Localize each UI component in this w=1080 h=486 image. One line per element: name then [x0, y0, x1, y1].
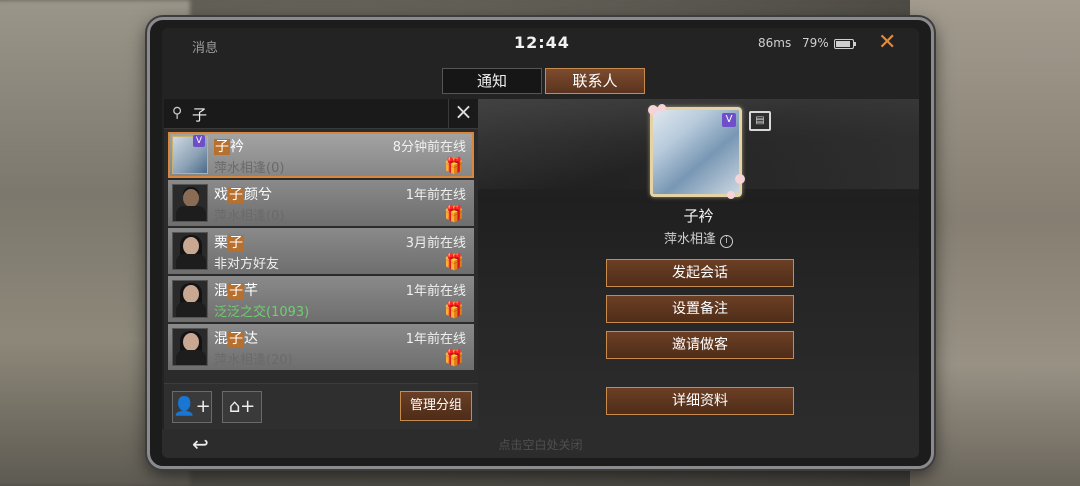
id-card-icon[interactable]: ▤	[749, 111, 771, 131]
invite-visit-button[interactable]: 邀请做客	[606, 331, 794, 359]
tab-notifications[interactable]: 通知	[442, 68, 542, 94]
details-button[interactable]: 详细资料	[606, 387, 794, 415]
profile-portrait[interactable]: V	[648, 104, 745, 199]
clock: 12:44	[514, 33, 570, 52]
gift-icon[interactable]: 🎁	[444, 252, 464, 271]
search-input[interactable]: 子	[192, 104, 207, 125]
contact-row[interactable]: V 子衿 8分钟前在线 萍水相逢(0) 🎁	[168, 132, 474, 178]
close-icon[interactable]: ✕	[878, 32, 896, 54]
online-status: 1年前在线	[405, 188, 466, 203]
friendship-group: 萍水相逢(0)	[214, 161, 285, 176]
ping-indicator: 86ms	[758, 36, 792, 50]
avatar	[172, 328, 208, 366]
search-bar: ⚲ 子 ×	[164, 99, 478, 129]
vip-badge: V	[722, 113, 736, 127]
friendship-group: 萍水相逢(0)	[214, 209, 285, 224]
start-chat-button[interactable]: 发起会话	[606, 259, 794, 287]
profile-group: 萍水相逢 i	[478, 228, 919, 248]
profile-name: 子衿	[683, 207, 714, 225]
manage-groups-button[interactable]: 管理分组	[400, 391, 472, 421]
contact-row[interactable]: 混子达 1年前在线 萍水相逢(20) 🎁	[168, 324, 474, 370]
info-icon[interactable]: i	[720, 235, 733, 248]
avatar	[172, 280, 208, 318]
status-bar: 消息 12:44 86ms 79% ✕	[162, 28, 919, 58]
online-status: 3月前在线	[405, 236, 466, 251]
avatar	[172, 184, 208, 222]
contact-name: 混子芊	[214, 283, 258, 299]
online-status: 1年前在线	[405, 284, 466, 299]
contact-row[interactable]: 戏子颜兮 1年前在线 萍水相逢(0) 🎁	[168, 180, 474, 226]
avatar	[172, 232, 208, 270]
gift-icon[interactable]: 🎁	[444, 156, 464, 175]
phone-frame: 消息 12:44 86ms 79% ✕ 通知 联系人 ⚲ 子 × V 子衿 8分…	[147, 17, 934, 469]
add-group-icon[interactable]: ⌂+	[222, 391, 262, 423]
add-friend-icon[interactable]: 👤+	[172, 391, 212, 423]
contact-name: 戏子颜兮	[214, 187, 272, 203]
tab-contacts[interactable]: 联系人	[545, 68, 645, 94]
battery-icon	[834, 39, 856, 49]
contact-name: 子衿	[214, 139, 244, 155]
gift-icon[interactable]: 🎁	[444, 204, 464, 223]
online-status: 8分钟前在线	[392, 140, 466, 155]
contact-row[interactable]: 混子芊 1年前在线 泛泛之交(1093) 🎁	[168, 276, 474, 322]
search-icon: ⚲	[172, 105, 183, 121]
contact-name: 混子达	[214, 331, 258, 347]
contact-name: 栗子	[214, 235, 244, 251]
set-remark-button[interactable]: 设置备注	[606, 295, 794, 323]
contact-list-footer: 👤+ ⌂+ 管理分组	[164, 383, 478, 429]
gift-icon[interactable]: 🎁	[444, 300, 464, 319]
contact-detail-panel: V ▤ 子衿 萍水相逢 i 发起会话 设置备注 邀请做客 详细资料	[478, 99, 919, 429]
battery-percent: 79%	[802, 36, 829, 50]
contact-list: V 子衿 8分钟前在线 萍水相逢(0) 🎁 戏子颜兮 1年前在线 萍水相逢(0)…	[168, 132, 476, 382]
bottom-bar: ↩ 点击空白处关闭	[162, 429, 919, 458]
friendship-group: 泛泛之交(1093)	[214, 305, 310, 320]
gift-icon[interactable]: 🎁	[444, 348, 464, 367]
panel-title: 消息	[192, 41, 219, 56]
friendship-group: 萍水相逢(20)	[214, 353, 293, 368]
friendship-group: 非对方好友	[214, 257, 280, 272]
close-hint[interactable]: 点击空白处关闭	[162, 436, 919, 453]
contact-row[interactable]: 栗子 3月前在线 非对方好友 🎁	[168, 228, 474, 274]
messages-panel: 消息 12:44 86ms 79% ✕ 通知 联系人 ⚲ 子 × V 子衿 8分…	[162, 28, 919, 458]
online-status: 1年前在线	[405, 332, 466, 347]
contact-list-panel: ⚲ 子 × V 子衿 8分钟前在线 萍水相逢(0) 🎁 戏子颜兮 1年前在线 萍…	[164, 99, 478, 429]
clear-search-icon[interactable]: ×	[448, 99, 478, 129]
vip-badge: V	[193, 135, 205, 147]
tab-bar: 通知 联系人	[442, 68, 645, 94]
